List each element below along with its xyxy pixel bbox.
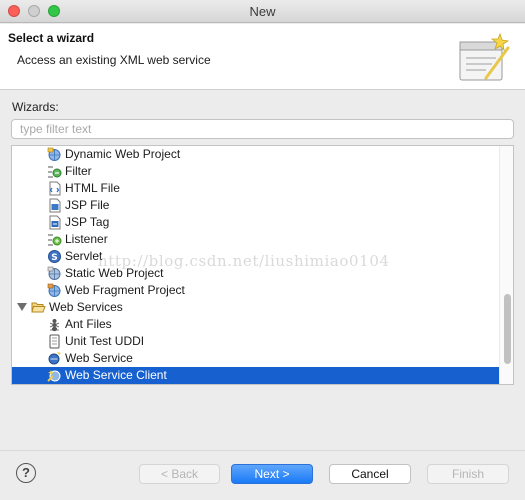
tree-item-unit-test-uddi[interactable]: Unit Test UDDI bbox=[12, 333, 500, 350]
tree-item-label: Unit Test UDDI bbox=[65, 334, 145, 348]
scrollbar-thumb[interactable] bbox=[504, 294, 511, 364]
tree-item-static-web-project[interactable]: Static Web Project bbox=[12, 265, 500, 282]
web-service-client-icon bbox=[47, 370, 61, 382]
web-fragment-project-icon bbox=[47, 283, 61, 297]
unit-test-uddi-icon bbox=[49, 334, 60, 349]
tree-item-web-service[interactable]: Web Service bbox=[12, 350, 500, 367]
wizard-banner-icon bbox=[459, 32, 510, 81]
tree-item-label: Web Service bbox=[65, 351, 133, 365]
tree-item-label: HTML File bbox=[65, 181, 120, 195]
tree-item-jsp-tag[interactable]: JSP Tag bbox=[12, 214, 500, 231]
tree-item-ant-files[interactable]: Ant Files bbox=[12, 316, 500, 333]
web-service-icon bbox=[48, 352, 61, 365]
tree-item-html-file[interactable]: HTML File bbox=[12, 180, 500, 197]
tree-item-web-services[interactable]: Web Services bbox=[12, 299, 500, 316]
svg-text:S: S bbox=[51, 253, 57, 263]
finish-button[interactable]: Finish bbox=[427, 464, 509, 484]
tree-item-label: JSP File bbox=[65, 198, 110, 212]
folder-open-icon bbox=[31, 302, 46, 313]
wizard-header: Select a wizard Access an existing XML w… bbox=[0, 24, 525, 90]
html-file-icon bbox=[49, 181, 61, 196]
tree-item-label: Web Fragment Project bbox=[65, 283, 185, 297]
tree-item-label: Filter bbox=[65, 164, 92, 178]
tree-item-label: Listener bbox=[65, 232, 108, 246]
filter-icon bbox=[48, 166, 62, 178]
servlet-icon: S bbox=[48, 250, 61, 263]
tree-scrollbar[interactable] bbox=[499, 146, 513, 384]
wizard-tree[interactable]: Dynamic Web Project Filter HTML File JSP… bbox=[11, 145, 514, 385]
tree-item-web-fragment-project[interactable]: Web Fragment Project bbox=[12, 282, 500, 299]
tree-item-label: Static Web Project bbox=[65, 266, 164, 280]
tree-item-listener[interactable]: Listener bbox=[12, 231, 500, 248]
next-button[interactable]: Next > bbox=[231, 464, 313, 484]
jsp-tag-icon bbox=[49, 215, 61, 230]
header-title: Select a wizard bbox=[8, 31, 95, 45]
tree-item-dynamic-web-project[interactable]: Dynamic Web Project bbox=[12, 146, 500, 163]
back-button[interactable]: < Back bbox=[139, 464, 220, 484]
tree-item-label: Servlet bbox=[65, 249, 103, 263]
header-subtitle: Access an existing XML web service bbox=[17, 53, 211, 67]
tree-item-label: JSP Tag bbox=[65, 215, 110, 229]
filter-input[interactable] bbox=[11, 119, 514, 139]
help-button[interactable]: ? bbox=[16, 463, 36, 483]
cancel-button[interactable]: Cancel bbox=[329, 464, 411, 484]
dynamic-web-project-icon bbox=[47, 147, 61, 161]
tree-item-filter[interactable]: Filter bbox=[12, 163, 500, 180]
tree-item-label: Web Service Client bbox=[65, 368, 167, 382]
tree-item-label: Web Services bbox=[49, 300, 123, 314]
static-web-project-icon bbox=[47, 266, 61, 280]
jsp-file-icon bbox=[49, 198, 61, 213]
tree-item-label: Ant Files bbox=[65, 317, 112, 331]
listener-icon bbox=[48, 234, 62, 246]
wizards-label: Wizards: bbox=[12, 100, 59, 114]
tree-item-web-service-client[interactable]: Web Service Client bbox=[12, 367, 500, 384]
tree-item-servlet[interactable]: S Servlet bbox=[12, 248, 500, 265]
ant-files-icon bbox=[49, 319, 60, 332]
tree-item-jsp-file[interactable]: JSP File bbox=[12, 197, 500, 214]
tree-item-label: Dynamic Web Project bbox=[65, 147, 181, 161]
disclosure-expanded-icon[interactable] bbox=[17, 303, 27, 311]
window-title: New bbox=[249, 4, 276, 19]
title-bar: New bbox=[0, 0, 525, 23]
footer-divider bbox=[0, 450, 525, 451]
